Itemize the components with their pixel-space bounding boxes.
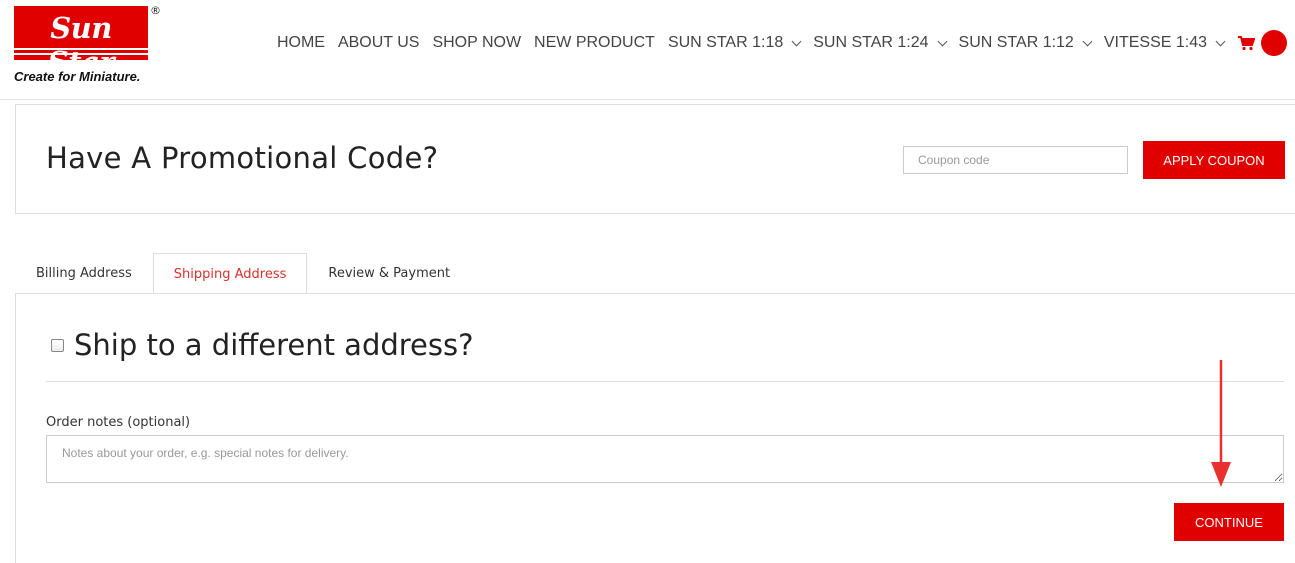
nav-item-label: VITESSE 1:43 <box>1103 34 1207 51</box>
nav-item-new-product[interactable]: NEW PRODUCT <box>534 34 655 52</box>
chevron-down-icon <box>791 36 802 46</box>
coupon-section: Have A Promotional Code? APPLY COUPON <box>15 104 1295 214</box>
apply-coupon-button[interactable]: APPLY COUPON <box>1143 141 1285 179</box>
section-divider <box>46 381 1284 382</box>
coupon-title: Have A Promotional Code? <box>46 141 439 175</box>
tab-shipping-address[interactable]: Shipping Address <box>152 253 308 294</box>
ship-different-label[interactable]: Ship to a different address? <box>74 328 474 362</box>
logo-stripe <box>14 48 148 50</box>
chevron-down-icon <box>1215 36 1226 46</box>
cart-icon[interactable] <box>1237 35 1256 51</box>
nav-item-label: SUN STAR 1:24 <box>813 34 929 51</box>
nav-item-label: NEW PRODUCT <box>534 34 655 51</box>
ship-different-checkbox[interactable] <box>51 338 64 352</box>
nav-item-sunstar-124[interactable]: SUN STAR 1:24 <box>813 34 947 52</box>
cart-count-badge[interactable] <box>1261 30 1287 56</box>
chevron-down-icon <box>937 36 947 46</box>
order-notes-label: Order notes (optional) <box>46 415 191 430</box>
nav-item-label: ABOUT US <box>337 34 420 51</box>
shipping-tab-panel: Ship to a different address? Order notes… <box>15 293 1295 563</box>
nav-item-label: SHOP NOW <box>432 34 522 51</box>
checkout-tabs: Billing Address Shipping Address Review … <box>15 253 471 294</box>
order-notes-textarea[interactable] <box>46 435 1284 483</box>
tab-billing-address[interactable]: Billing Address <box>15 253 153 294</box>
nav-item-label: HOME <box>276 34 325 51</box>
nav-item-home[interactable]: HOME <box>277 34 325 52</box>
nav-item-shop-now[interactable]: SHOP NOW <box>432 34 521 52</box>
tab-review-payment[interactable]: Review & Payment <box>307 253 471 294</box>
continue-button[interactable]: CONTINUE <box>1174 503 1284 541</box>
nav-item-sunstar-118[interactable]: SUN STAR 1:18 <box>667 34 802 52</box>
registered-mark: ® <box>150 4 161 17</box>
main-nav: HOME ABOUT US SHOP NOW NEW PRODUCT SUN S… <box>277 30 1287 56</box>
logo-stripe <box>14 53 148 55</box>
coupon-code-input[interactable] <box>903 146 1128 174</box>
nav-item-label: SUN STAR 1:12 <box>958 34 1074 51</box>
nav-item-about-us[interactable]: ABOUT US <box>338 34 420 52</box>
nav-item-label: SUN STAR 1:18 <box>667 34 784 51</box>
ship-different-row: Ship to a different address? <box>51 328 474 362</box>
annotation-arrow-icon <box>1211 360 1231 487</box>
nav-item-sunstar-112[interactable]: SUN STAR 1:12 <box>958 34 1093 52</box>
nav-item-vitesse-143[interactable]: VITESSE 1:43 <box>1103 34 1226 52</box>
chevron-down-icon <box>1082 36 1093 46</box>
site-header: Sun Star ® Create for Miniature. HOME AB… <box>0 0 1295 100</box>
logo-red-box: Sun Star <box>14 6 148 79</box>
brand-tagline: Create for Miniature. <box>14 69 141 84</box>
brand-logo[interactable]: Sun Star ® Create for Miniature. <box>14 4 164 86</box>
